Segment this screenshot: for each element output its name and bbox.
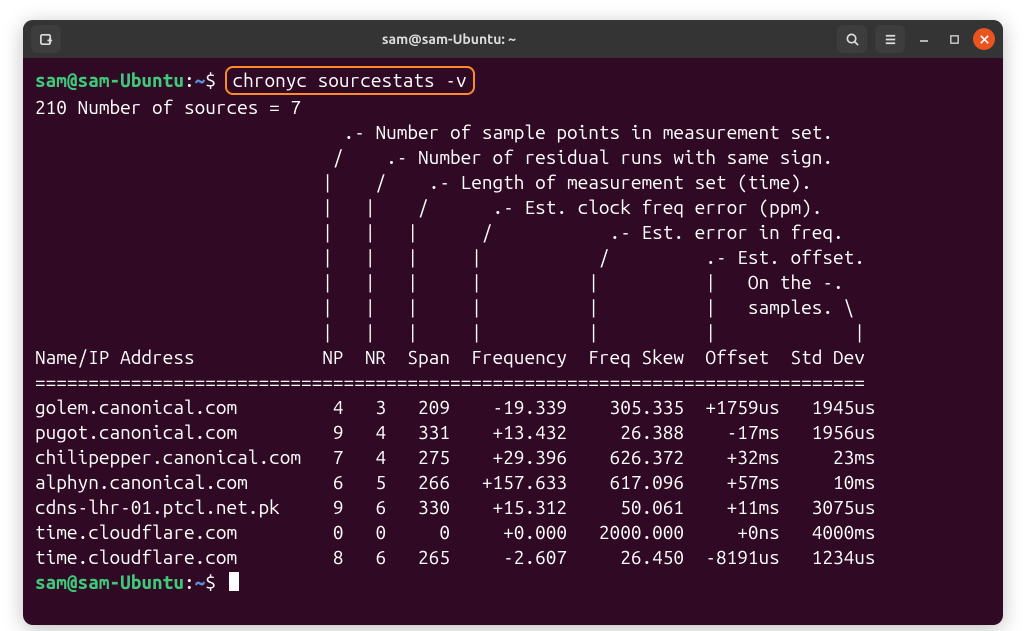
prompt-sigil: $ [205, 571, 216, 593]
terminal-output: 210 Number of sources = 7 .- Number of s… [35, 95, 997, 570]
new-tab-icon [39, 32, 54, 47]
prompt-line-1: sam@sam-Ubuntu:~$ chronyc sourcestats -v [35, 66, 997, 95]
search-button[interactable] [837, 25, 867, 53]
prompt-path: ~ [195, 571, 206, 593]
new-tab-button[interactable] [31, 25, 61, 53]
command-text: chronyc sourcestats -v [233, 69, 467, 91]
maximize-button[interactable] [943, 28, 965, 50]
terminal-window: sam@sam-Ubuntu: ~ [23, 20, 1003, 625]
prompt-userhost: sam@sam-Ubuntu [35, 571, 184, 593]
minimize-icon [918, 33, 930, 45]
hamburger-icon [883, 32, 898, 47]
minimize-button[interactable] [913, 28, 935, 50]
search-icon [845, 32, 860, 47]
close-icon [979, 34, 990, 45]
command-highlight-box: chronyc sourcestats -v [225, 66, 475, 95]
terminal-body[interactable]: sam@sam-Ubuntu:~$ chronyc sourcestats -v… [23, 58, 1003, 595]
titlebar: sam@sam-Ubuntu: ~ [23, 20, 1003, 58]
prompt-sigil: $ [205, 69, 216, 91]
close-button[interactable] [973, 28, 995, 50]
prompt-colon: : [184, 69, 195, 91]
prompt-line-2: sam@sam-Ubuntu:~$ [35, 570, 997, 595]
prompt-path: ~ [195, 69, 206, 91]
window-title: sam@sam-Ubuntu: ~ [61, 31, 837, 47]
prompt-colon: : [184, 571, 195, 593]
menu-button[interactable] [875, 25, 905, 53]
maximize-icon [949, 34, 960, 45]
cursor [229, 572, 239, 591]
prompt-userhost: sam@sam-Ubuntu [35, 69, 184, 91]
